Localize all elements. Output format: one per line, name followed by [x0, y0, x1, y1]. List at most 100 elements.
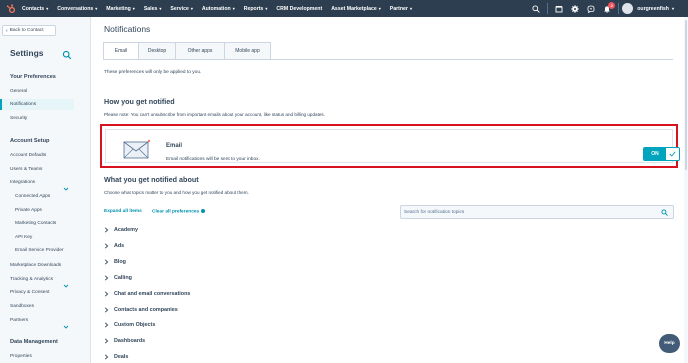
sidebar-item-users-teams[interactable]: Users & Teams [10, 167, 42, 172]
sidebar-item-email-service-provider[interactable]: Email Service Provider [15, 248, 64, 253]
topic-ads[interactable]: Ads [104, 243, 124, 249]
chevron-right-icon [104, 338, 109, 344]
chevron-right-icon [104, 227, 109, 233]
hubspot-logo-icon[interactable] [0, 0, 22, 17]
sidebar-item-marketing-contacts[interactable]: Marketing Contacts [15, 221, 56, 226]
tab-divider [103, 59, 673, 60]
chevron-down-icon: ▾ [671, 6, 674, 11]
chevron-down-icon: ▾ [95, 6, 98, 11]
nav-marketing[interactable]: Marketing ▾ [106, 6, 135, 12]
envelope-icon [123, 139, 151, 159]
sidebar-item-general[interactable]: General [10, 89, 27, 94]
avatar [622, 3, 634, 14]
topic-search-input[interactable]: Search for notification topics [400, 205, 674, 219]
notification-count-badge: 2 [608, 2, 616, 9]
chevron-down-icon[interactable] [63, 317, 69, 329]
chevron-up-icon[interactable] [63, 179, 69, 191]
nav-automation[interactable]: Automation ▾ [202, 6, 235, 12]
sidebar-item-integrations[interactable]: Integrations [10, 180, 35, 185]
notification-tabs: Email Desktop Other apps Mobile app [103, 42, 271, 60]
sidebar-item-api-key[interactable]: API Key [15, 235, 32, 240]
sidebar-item-notifications[interactable]: Notifications [0, 99, 74, 110]
marketplace-icon[interactable] [551, 0, 567, 17]
help-button[interactable]: Help [659, 334, 680, 353]
topic-custom-objects[interactable]: Custom Objects [104, 322, 155, 328]
topic-chat-email-conversations[interactable]: Chat and email conversations [104, 291, 190, 297]
back-to-contact-button[interactable]: ‹ Back to Contact [2, 25, 56, 36]
sidebar-item-account-defaults[interactable]: Account Defaults [10, 153, 46, 158]
topic-contacts-companies[interactable]: Contacts and companies [104, 307, 178, 313]
topic-search-placeholder: Search for notification topics [404, 209, 465, 215]
sidebar-item-sandboxes[interactable]: Sandboxes [10, 304, 34, 309]
topic-blog[interactable]: Blog [104, 259, 126, 265]
gear-icon[interactable] [567, 0, 583, 17]
divider [547, 3, 549, 14]
tab-mobile-app[interactable]: Mobile app [224, 42, 271, 60]
search-icon[interactable] [661, 209, 668, 216]
email-card-inner: Email Email notifications will be sent t… [105, 129, 680, 163]
tab-email[interactable]: Email [103, 42, 139, 60]
sidebar-item-connected-apps[interactable]: Connected Apps [15, 194, 50, 199]
chevron-down-icon: ▾ [232, 6, 235, 11]
page-title: Notifications [104, 24, 151, 34]
tab-desktop[interactable]: Desktop [138, 42, 176, 60]
tab-other-apps[interactable]: Other apps [175, 42, 225, 60]
chevron-down-icon: ▾ [378, 6, 381, 11]
chevron-right-icon [104, 322, 109, 328]
nav-partner[interactable]: Partner ▾ [390, 6, 412, 12]
search-icon[interactable] [62, 47, 73, 60]
sidebar-item-properties[interactable]: Properties [10, 354, 32, 359]
preferences-note: These preferences will only be applied t… [104, 70, 202, 75]
section-heading-account-setup: Account Setup [10, 138, 50, 144]
scrollbar-thumb[interactable] [685, 20, 687, 170]
chevron-right-icon [104, 243, 109, 249]
chevron-down-icon[interactable] [63, 276, 69, 288]
how-notified-heading: How you get notified [104, 97, 175, 106]
what-notified-heading: What you get notified about [104, 175, 199, 184]
top-navigation-bar: Contacts ▾ Conversations ▾ Marketing ▾ Sale… [0, 0, 688, 17]
expand-all-link[interactable]: Expand all items [104, 209, 142, 214]
topic-calling[interactable]: Calling [104, 275, 132, 281]
sidebar-item-security[interactable]: Security [10, 116, 27, 121]
topic-deals[interactable]: Deals [104, 354, 128, 360]
bell-icon[interactable]: 2 [599, 0, 616, 17]
topic-academy[interactable]: Academy [104, 227, 138, 233]
checkmark-icon [666, 148, 679, 160]
sidebar-item-private-apps[interactable]: Private Apps [15, 208, 42, 213]
info-icon[interactable] [201, 209, 206, 213]
chevron-right-icon [104, 275, 109, 281]
nav-reports[interactable]: Reports ▾ [244, 6, 268, 12]
email-channel-card: Email Email notifications will be sent t… [100, 124, 680, 168]
nav-sales[interactable]: Sales ▾ [144, 6, 162, 12]
account-name: ourgreenfish [637, 5, 669, 12]
main-content: Notifications Email Desktop Other apps M… [92, 17, 688, 363]
sidebar-item-marketplace-downloads[interactable]: Marketplace Downloads [10, 263, 61, 268]
nav-conversations[interactable]: Conversations ▾ [57, 6, 97, 12]
chevron-down-icon: ▾ [409, 6, 412, 11]
nav-contacts[interactable]: Contacts ▾ [22, 6, 48, 12]
what-notified-subtext: Choose what topics matter to you and how… [104, 190, 249, 195]
clear-all-preferences-link[interactable]: Clear all preferences [152, 209, 206, 215]
sidebar-item-privacy-consent[interactable]: Privacy & Consent [10, 290, 49, 295]
chevron-right-icon [104, 259, 109, 265]
settings-title: Settings [10, 48, 44, 58]
chevron-right-icon [104, 354, 109, 360]
nav-crm-development[interactable]: CRM Development [276, 6, 322, 12]
nav-asset-marketplace[interactable]: Asset Marketplace ▾ [331, 6, 381, 12]
sidebar-item-tracking-analytics[interactable]: Tracking & Analytics [10, 277, 53, 282]
ai-assistant-icon[interactable] [583, 0, 599, 17]
divider [618, 3, 620, 14]
account-menu[interactable]: ourgreenfish ▾ [622, 3, 674, 14]
email-notifications-toggle[interactable]: ON [643, 147, 680, 161]
arrow-left-icon: ‹ [6, 27, 8, 34]
nav-service[interactable]: Service ▾ [170, 6, 192, 12]
toggle-on-label: ON [644, 148, 666, 160]
email-card-description: Email notifications will be sent to your… [166, 157, 260, 162]
sidebar-item-partners[interactable]: Partners [10, 318, 28, 323]
chevron-right-icon [104, 291, 109, 297]
section-heading-your-preferences: Your Preferences [10, 74, 56, 80]
chevron-down-icon: ▾ [190, 6, 193, 11]
search-icon[interactable] [528, 0, 544, 17]
clear-all-preferences-label: Clear all preferences [152, 209, 200, 215]
topic-dashboards[interactable]: Dashboards [104, 338, 145, 344]
